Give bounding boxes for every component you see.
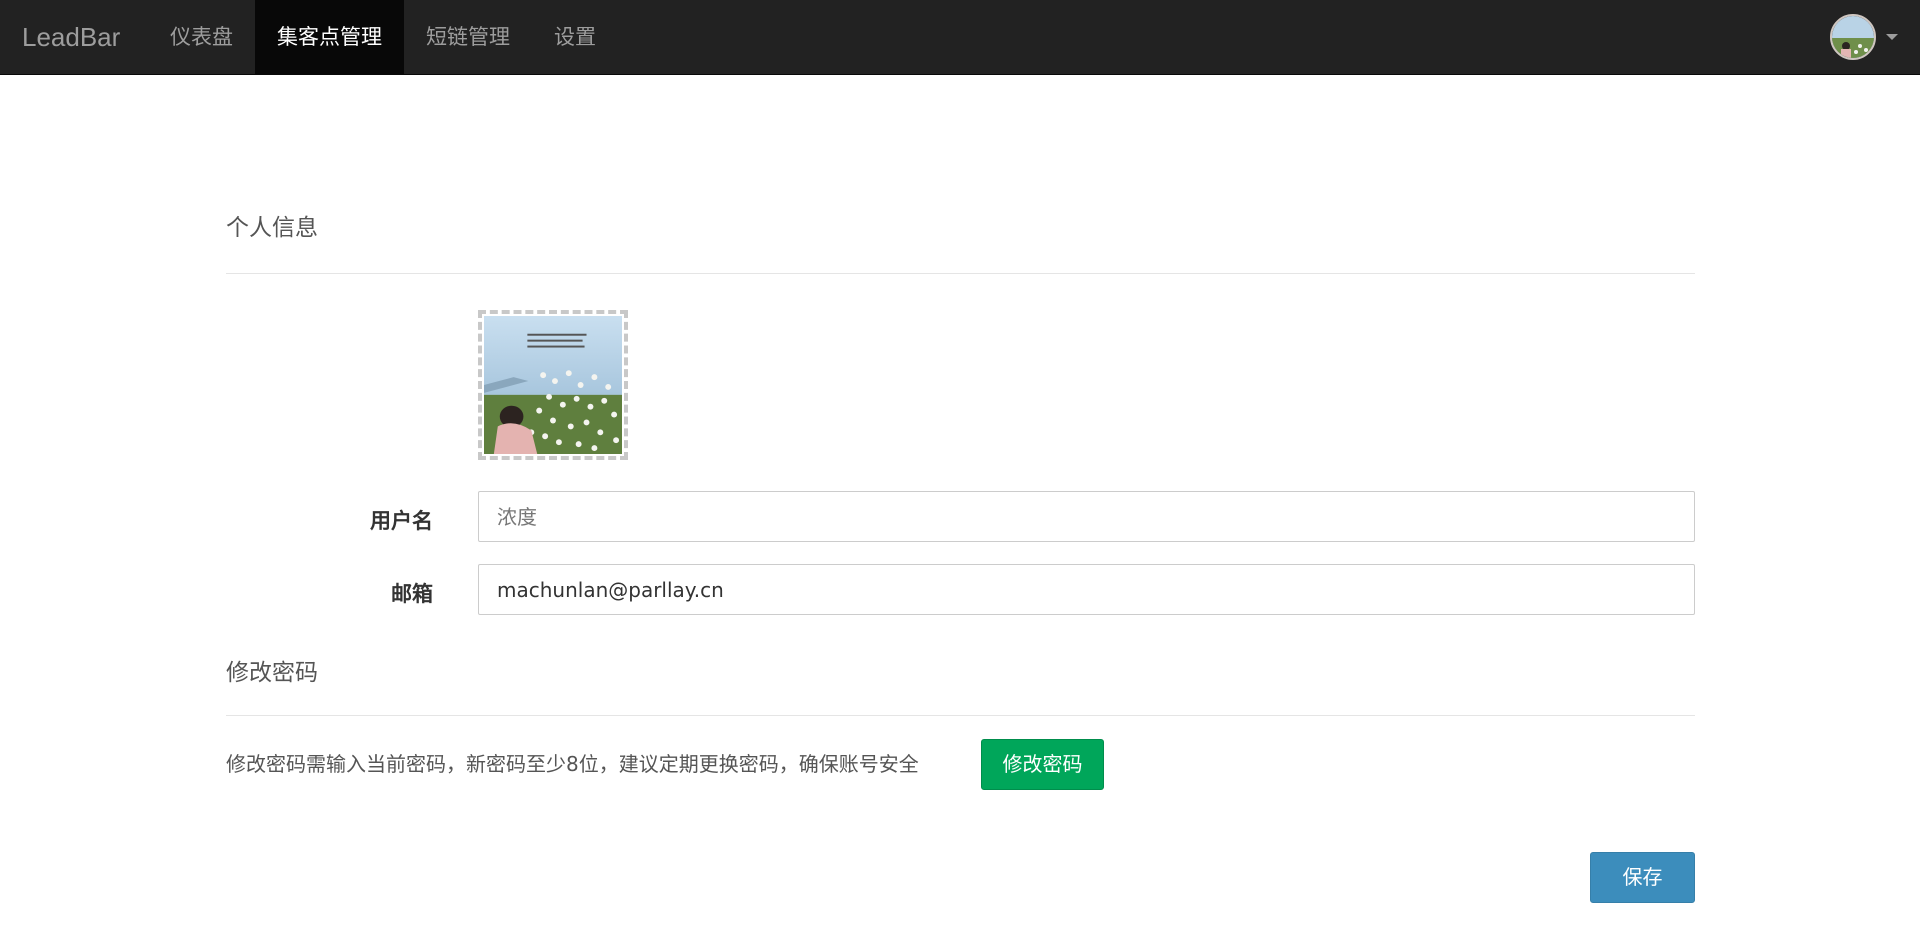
email-label: 邮箱	[391, 582, 433, 606]
avatar-image	[484, 316, 622, 454]
password-section-title: 修改密码	[226, 660, 318, 686]
password-note: 修改密码需输入当前密码，新密码至少8位，建议定期更换密码，确保账号安全	[226, 752, 919, 776]
profile-divider	[226, 273, 1695, 274]
profile-section-title: 个人信息	[226, 215, 318, 241]
chevron-down-icon[interactable]	[1886, 34, 1898, 40]
email-input[interactable]	[478, 564, 1695, 615]
profile-content: 个人信息 用户名 浓度 邮箱 machunlan@parllay.cn 修改密码…	[226, 0, 1695, 938]
username-input[interactable]	[478, 491, 1695, 542]
change-password-button[interactable]: 修改密码	[981, 739, 1104, 790]
user-menu-toggle[interactable]	[1830, 14, 1898, 60]
avatar-upload[interactable]	[478, 310, 628, 460]
brand-logo[interactable]: LeadBar	[22, 0, 120, 75]
user-avatar[interactable]	[1830, 14, 1876, 60]
username-label: 用户名	[370, 509, 433, 533]
password-divider	[226, 715, 1695, 716]
save-button[interactable]: 保存	[1590, 852, 1695, 903]
